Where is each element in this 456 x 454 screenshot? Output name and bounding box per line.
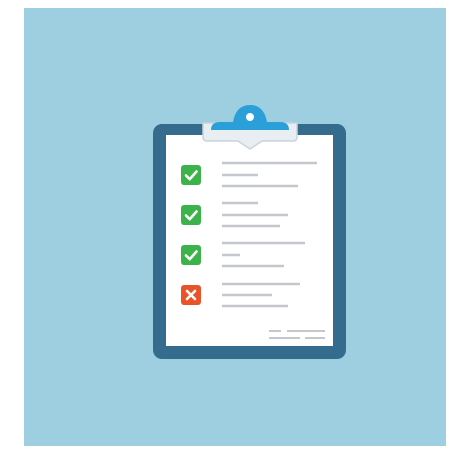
checkbox-checked xyxy=(181,245,201,265)
checklist-item xyxy=(181,245,201,265)
checkbox-checked xyxy=(181,205,201,225)
illustration-canvas xyxy=(24,8,446,446)
checklist-item xyxy=(181,165,201,185)
clipboard-icon xyxy=(153,105,346,359)
checklist-item xyxy=(181,205,201,225)
clip-hole xyxy=(246,113,254,121)
checkbox-checked xyxy=(181,165,201,185)
checklist-item xyxy=(181,285,201,305)
